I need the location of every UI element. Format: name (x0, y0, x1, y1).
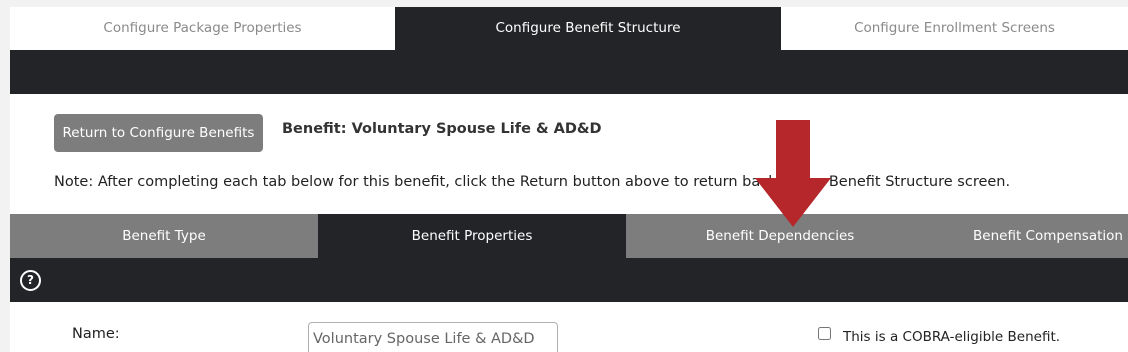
arrow-shape (755, 120, 831, 227)
top-tab-bar: Configure Package Properties Configure B… (10, 7, 1128, 50)
tab-benefit-properties[interactable]: Benefit Properties (318, 214, 626, 258)
benefit-sub-tab-bar: Benefit Type Benefit Properties Benefit … (10, 214, 1128, 258)
benefit-name-input[interactable] (308, 322, 558, 352)
benefit-configuration-panel: Configure Package Properties Configure B… (10, 7, 1128, 352)
tab-benefit-type[interactable]: Benefit Type (10, 214, 318, 258)
cobra-eligible-checkbox[interactable] (818, 327, 831, 340)
return-to-configure-benefits-button[interactable]: Return to Configure Benefits (54, 114, 263, 152)
tab-configure-enrollment-screens[interactable]: Configure Enrollment Screens (781, 7, 1128, 50)
benefit-title: Benefit: Voluntary Spouse Life & AD&D (282, 121, 602, 137)
red-down-arrow-icon (755, 120, 831, 227)
tab-configure-benefit-structure[interactable]: Configure Benefit Structure (395, 7, 781, 50)
name-label: Name: (72, 326, 120, 342)
header-band (10, 50, 1128, 94)
tab-configure-package-properties[interactable]: Configure Package Properties (10, 7, 395, 50)
tab-benefit-compensation[interactable]: Benefit Compensation (934, 214, 1128, 258)
help-bar: ? (10, 258, 1128, 302)
instruction-note: Note: After completing each tab below fo… (54, 174, 1011, 190)
question-circle-icon[interactable]: ? (20, 270, 41, 291)
cobra-eligible-label: This is a COBRA-eligible Benefit. (843, 329, 1061, 345)
